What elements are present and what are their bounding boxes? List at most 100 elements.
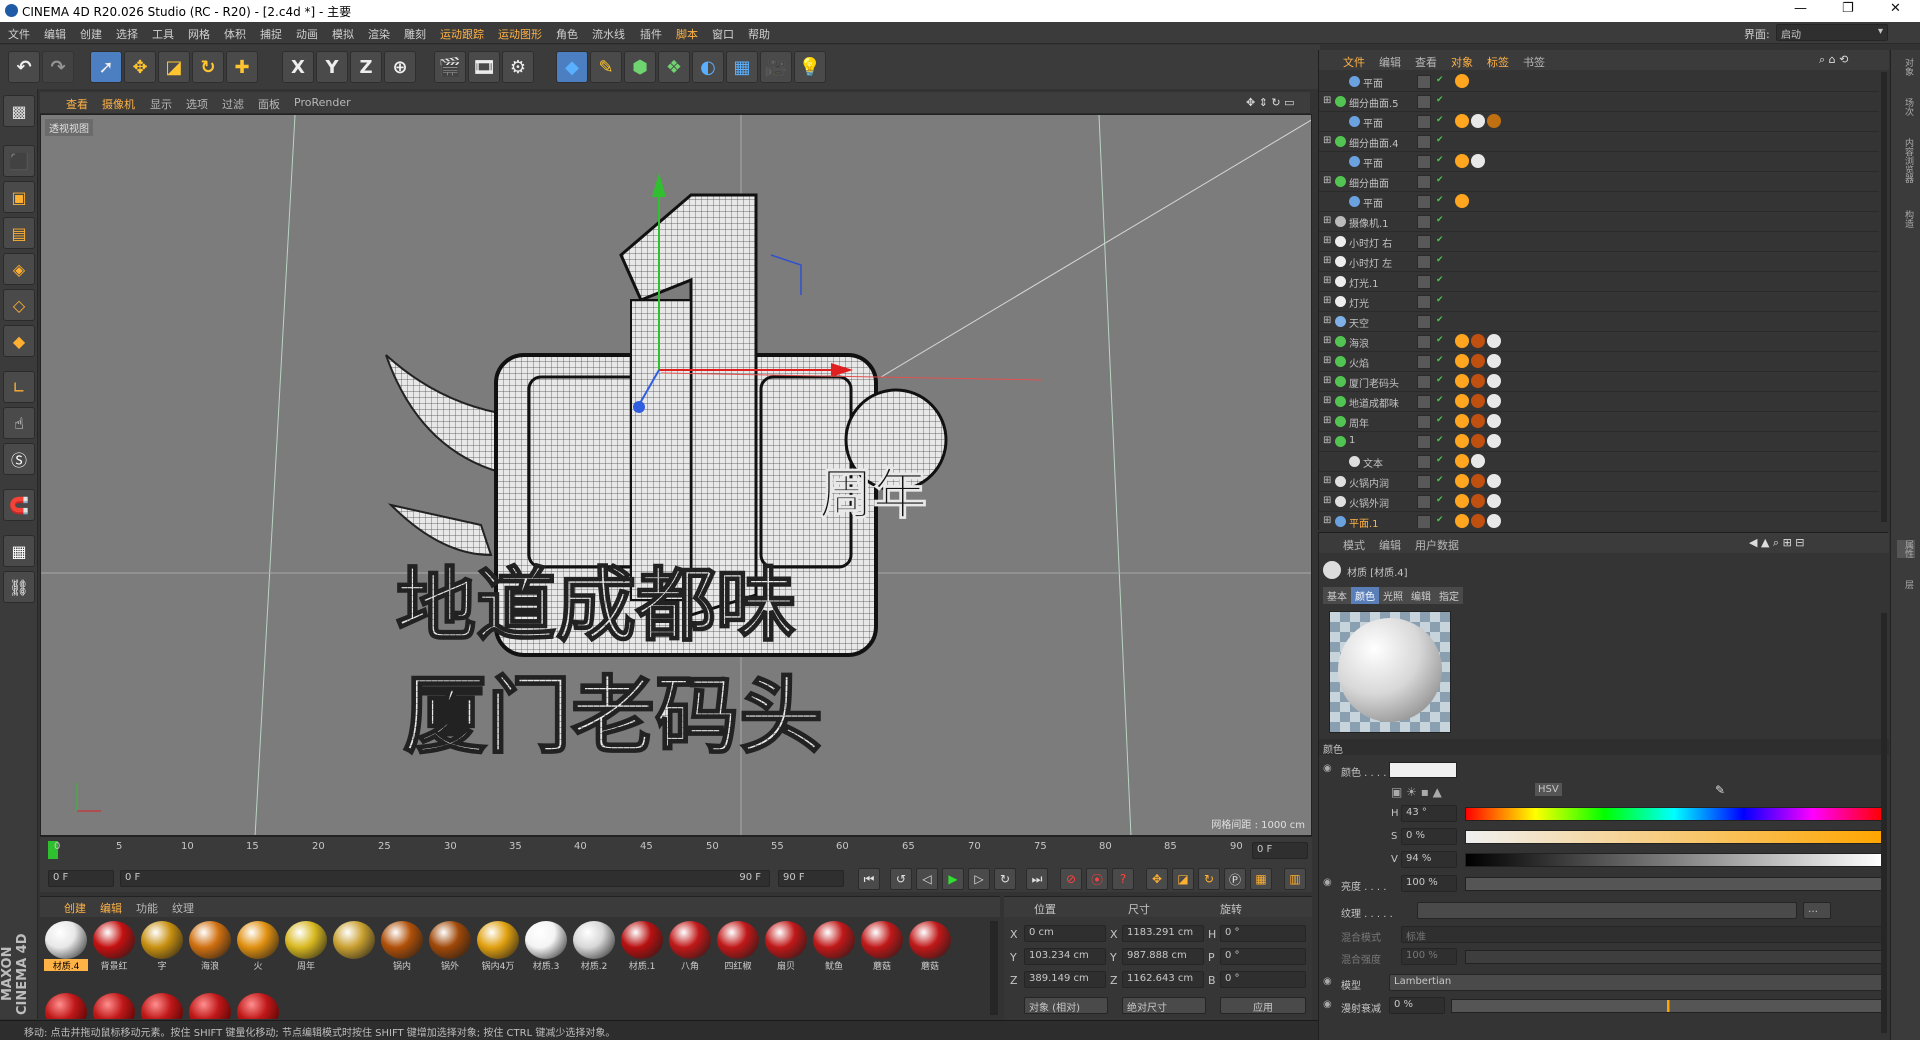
- object-row[interactable]: ⊞ 海浪 ✔: [1319, 332, 1879, 352]
- material-swatch[interactable]: 锅内: [380, 921, 424, 971]
- expand-toggle-icon[interactable]: ⊞: [1323, 235, 1331, 246]
- object-name[interactable]: 灯光: [1349, 295, 1369, 310]
- object-name[interactable]: 天空: [1349, 315, 1369, 330]
- snap-icon[interactable]: 🧲: [3, 489, 35, 521]
- layer-box[interactable]: [1417, 195, 1431, 209]
- tab-basic[interactable]: 基本: [1323, 587, 1351, 604]
- maximize-icon[interactable]: ❐: [1842, 1, 1854, 16]
- blend-mode-select[interactable]: 标准: [1401, 926, 1883, 943]
- menu-plugins[interactable]: 插件: [640, 26, 662, 42]
- enabled-check-icon[interactable]: ✔: [1436, 335, 1444, 345]
- object-name[interactable]: 细分曲面.4: [1349, 135, 1399, 150]
- object-row[interactable]: ⊞ 小时灯 左 ✔: [1319, 252, 1879, 272]
- material-scrollbar[interactable]: [990, 921, 998, 1015]
- material-tag-icon[interactable]: [1455, 434, 1469, 448]
- material-swatch[interactable]: 蘑菇: [908, 921, 952, 971]
- enabled-check-icon[interactable]: ✔: [1436, 415, 1444, 425]
- layer-box[interactable]: [1417, 155, 1431, 169]
- attr-menu-mode[interactable]: 模式: [1343, 537, 1365, 553]
- material-swatch[interactable]: [188, 993, 232, 1019]
- go-to-start-icon[interactable]: ⏮: [858, 868, 880, 890]
- material-tag-icon[interactable]: [1471, 474, 1485, 488]
- diffuse-falloff-field[interactable]: 0 %: [1389, 997, 1445, 1014]
- object-row[interactable]: ⊞ 1 ✔: [1319, 432, 1879, 452]
- cloner-button[interactable]: ❖: [658, 51, 690, 83]
- side-tab-attributes[interactable]: 属性: [1897, 540, 1915, 558]
- object-name[interactable]: 平面: [1363, 115, 1383, 130]
- viewport-menu-panel[interactable]: 面板: [258, 96, 280, 112]
- brightness-radio-icon[interactable]: ◉: [1323, 877, 1332, 888]
- om-menu-tags[interactable]: 标签: [1487, 54, 1509, 70]
- enabled-check-icon[interactable]: ✔: [1436, 295, 1444, 305]
- pen-spline-button[interactable]: ✎: [590, 51, 622, 83]
- material-swatch[interactable]: 材质.2: [572, 921, 616, 971]
- object-row[interactable]: 平面 ✔: [1319, 72, 1879, 92]
- key-point-level-icon[interactable]: ▦: [1250, 868, 1272, 890]
- object-row[interactable]: ⊞ 细分曲面 ✔: [1319, 172, 1879, 192]
- material-tag-icon[interactable]: [1471, 394, 1485, 408]
- object-name[interactable]: 海浪: [1349, 335, 1369, 350]
- object-name[interactable]: 细分曲面.5: [1349, 95, 1399, 110]
- texture-field[interactable]: [1417, 902, 1797, 919]
- object-name[interactable]: 文本: [1363, 455, 1383, 470]
- layer-box[interactable]: [1417, 75, 1431, 89]
- object-row[interactable]: 平面 ✔: [1319, 152, 1879, 172]
- viewport-navigation-icons[interactable]: ✥ ⇕ ↻ ▭: [1246, 96, 1295, 109]
- object-row[interactable]: ⊞ 周年 ✔: [1319, 412, 1879, 432]
- object-name[interactable]: 地道成都味: [1349, 395, 1399, 410]
- expand-toggle-icon[interactable]: ⊞: [1323, 435, 1331, 446]
- side-tab-structure[interactable]: 构造: [1897, 210, 1915, 228]
- diffuse-falloff-slider[interactable]: [1451, 999, 1883, 1013]
- material-swatch[interactable]: 材质.1: [620, 921, 664, 971]
- value-field[interactable]: 94 %: [1401, 851, 1457, 868]
- menu-sculpt[interactable]: 雕刻: [404, 26, 426, 42]
- om-menu-file[interactable]: 文件: [1343, 54, 1365, 70]
- rotation-p-field[interactable]: 0 °: [1220, 948, 1306, 965]
- layer-box[interactable]: [1417, 395, 1431, 409]
- timeline-icon[interactable]: ▥: [1284, 868, 1306, 890]
- om-search-icon[interactable]: ⌕ ⌂ ⟲: [1819, 53, 1848, 67]
- layer-box[interactable]: [1417, 435, 1431, 449]
- render-settings-button[interactable]: ⚙: [502, 51, 534, 83]
- object-row[interactable]: ⊞ 摄像机.1 ✔: [1319, 212, 1879, 232]
- material-tag-icon[interactable]: [1455, 354, 1469, 368]
- menu-render[interactable]: 渲染: [368, 26, 390, 42]
- blend-strength-field[interactable]: 100 %: [1401, 948, 1457, 965]
- layer-box[interactable]: [1417, 135, 1431, 149]
- texture-mode-icon[interactable]: ▣: [3, 181, 35, 213]
- layer-box[interactable]: [1417, 215, 1431, 229]
- brightness-slider[interactable]: [1465, 877, 1883, 891]
- layer-box[interactable]: [1417, 455, 1431, 469]
- object-name[interactable]: 厦门老码头: [1349, 375, 1399, 390]
- position-z-field[interactable]: 389.149 cm: [1024, 971, 1106, 988]
- enabled-check-icon[interactable]: ✔: [1436, 275, 1444, 285]
- material-tag-icon[interactable]: [1471, 494, 1485, 508]
- menu-help[interactable]: 帮助: [748, 26, 770, 42]
- redo-button[interactable]: ↷: [42, 51, 74, 83]
- hsv-button[interactable]: HSV: [1535, 783, 1562, 796]
- material-tag-icon[interactable]: [1471, 414, 1485, 428]
- attribute-scrollbar[interactable]: [1881, 613, 1887, 1033]
- material-tag-icon[interactable]: [1455, 394, 1469, 408]
- object-name[interactable]: 平面: [1363, 155, 1383, 170]
- material-swatch[interactable]: 火: [236, 921, 280, 971]
- enabled-check-icon[interactable]: ✔: [1436, 395, 1444, 405]
- layer-box[interactable]: [1417, 355, 1431, 369]
- enabled-check-icon[interactable]: ✔: [1436, 195, 1444, 205]
- value-slider[interactable]: [1465, 853, 1883, 867]
- tweak-mode-icon[interactable]: ☝: [3, 407, 35, 439]
- expand-toggle-icon[interactable]: ⊞: [1323, 475, 1331, 486]
- layer-box[interactable]: [1417, 275, 1431, 289]
- viewport-menu-options[interactable]: 选项: [186, 96, 208, 112]
- layer-box[interactable]: [1417, 335, 1431, 349]
- undo-button[interactable]: ↶: [8, 51, 40, 83]
- object-row[interactable]: ⊞ 地道成都味 ✔: [1319, 392, 1879, 412]
- expand-toggle-icon[interactable]: ⊞: [1323, 135, 1331, 146]
- material-tag-icon[interactable]: [1455, 194, 1469, 208]
- material-tag-icon[interactable]: [1487, 394, 1501, 408]
- menu-character[interactable]: 角色: [556, 26, 578, 42]
- autokey-icon[interactable]: ⦿: [1086, 868, 1108, 890]
- enabled-check-icon[interactable]: ✔: [1436, 95, 1444, 105]
- record-active-icon[interactable]: ⊘: [1060, 868, 1082, 890]
- hue-slider[interactable]: [1465, 807, 1883, 821]
